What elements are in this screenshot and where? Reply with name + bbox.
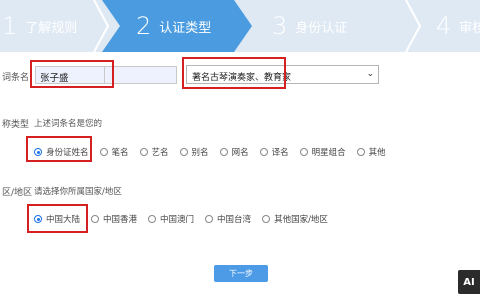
step-3: 3 身份认证: [268, 0, 408, 52]
step-3-number: 3: [272, 12, 288, 40]
radio-option[interactable]: 其他: [356, 146, 386, 158]
next-step-button[interactable]: 下一步: [214, 265, 268, 282]
step-4-label: 审核: [459, 20, 480, 36]
radio-icon: [219, 148, 228, 156]
step-4-number: 4: [436, 12, 452, 40]
radio-icon: [99, 148, 108, 156]
highlight-box: [30, 60, 114, 88]
step-bar: 1 了解规则 2 认证类型 3 身份认证 4 审核: [0, 0, 480, 52]
highlight-box: [27, 204, 88, 233]
chevron-down-icon: ⌄: [366, 69, 374, 79]
step-1-label: 了解规则: [25, 20, 78, 36]
step-2-active: 2 认证类型: [102, 0, 252, 52]
radio-icon: [259, 148, 268, 156]
ai-badge: AI: [458, 270, 480, 294]
radio-option[interactable]: 网名: [219, 146, 249, 158]
region-hint: 请选择你所属国家/地区: [34, 187, 122, 197]
step-3-label: 身份认证: [295, 20, 348, 36]
radio-option[interactable]: 艺名: [139, 146, 169, 158]
entry-name-label: 词条名: [2, 73, 30, 83]
step-2-number: 2: [136, 12, 152, 40]
radio-icon: [91, 215, 100, 223]
region-label: 区/地区: [2, 188, 33, 198]
radio-icon: [356, 148, 365, 156]
step-divider-icon: [405, 0, 422, 52]
radio-option[interactable]: 明星组合: [299, 146, 346, 158]
entry-name-extra-input[interactable]: [104, 66, 177, 84]
radio-option[interactable]: 其他国家/地区: [262, 213, 328, 225]
step-divider-icon: [93, 0, 110, 52]
radio-option[interactable]: 别名: [179, 146, 209, 158]
radio-icon: [205, 215, 214, 223]
name-type-hint: 上述词条名是您的: [34, 119, 103, 129]
radio-icon: [148, 215, 157, 223]
radio-option[interactable]: 笔名: [99, 146, 129, 158]
step-2-label: 认证类型: [159, 20, 212, 36]
radio-option[interactable]: 中国台湾: [205, 213, 251, 225]
radio-icon: [139, 148, 148, 156]
radio-icon: [179, 148, 188, 156]
name-type-label: 称类型: [2, 120, 30, 130]
radio-icon: [299, 148, 308, 156]
radio-option[interactable]: 译名: [259, 146, 289, 158]
radio-icon: [262, 215, 271, 223]
radio-option[interactable]: 中国澳门: [148, 213, 194, 225]
radio-option[interactable]: 中国香港: [91, 213, 137, 225]
step-4: 4 审核: [432, 0, 480, 52]
step-1-number: 1: [2, 12, 18, 40]
highlight-box: [26, 136, 92, 162]
highlight-box: [182, 57, 286, 89]
